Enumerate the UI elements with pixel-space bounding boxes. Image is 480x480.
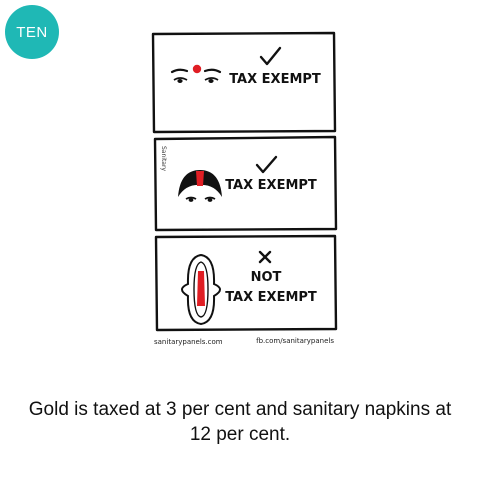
panel-3-label: TAX EXEMPT xyxy=(225,290,317,305)
credit-right: fb.com/sanitarypanels xyxy=(256,337,334,345)
panel-3-label-top: NOT xyxy=(251,270,282,285)
panel-2-label: TAX EXEMPT xyxy=(225,178,317,193)
comic-strip: TAX EXEMPT Sanitary TAX EXEMPT NOT TAX E… xyxy=(151,31,338,346)
panel-3: NOT TAX EXEMPT xyxy=(154,234,338,332)
panel-2: Sanitary TAX EXEMPT xyxy=(153,135,338,232)
panel-1: TAX EXEMPT xyxy=(151,31,337,134)
article-caption: Gold is taxed at 3 per cent and sanitary… xyxy=(28,399,452,445)
side-signature: Sanitary xyxy=(160,146,167,171)
panel-1-label: TAX EXEMPT xyxy=(229,72,321,87)
credit-left: sanitarypanels.com xyxy=(154,338,223,346)
